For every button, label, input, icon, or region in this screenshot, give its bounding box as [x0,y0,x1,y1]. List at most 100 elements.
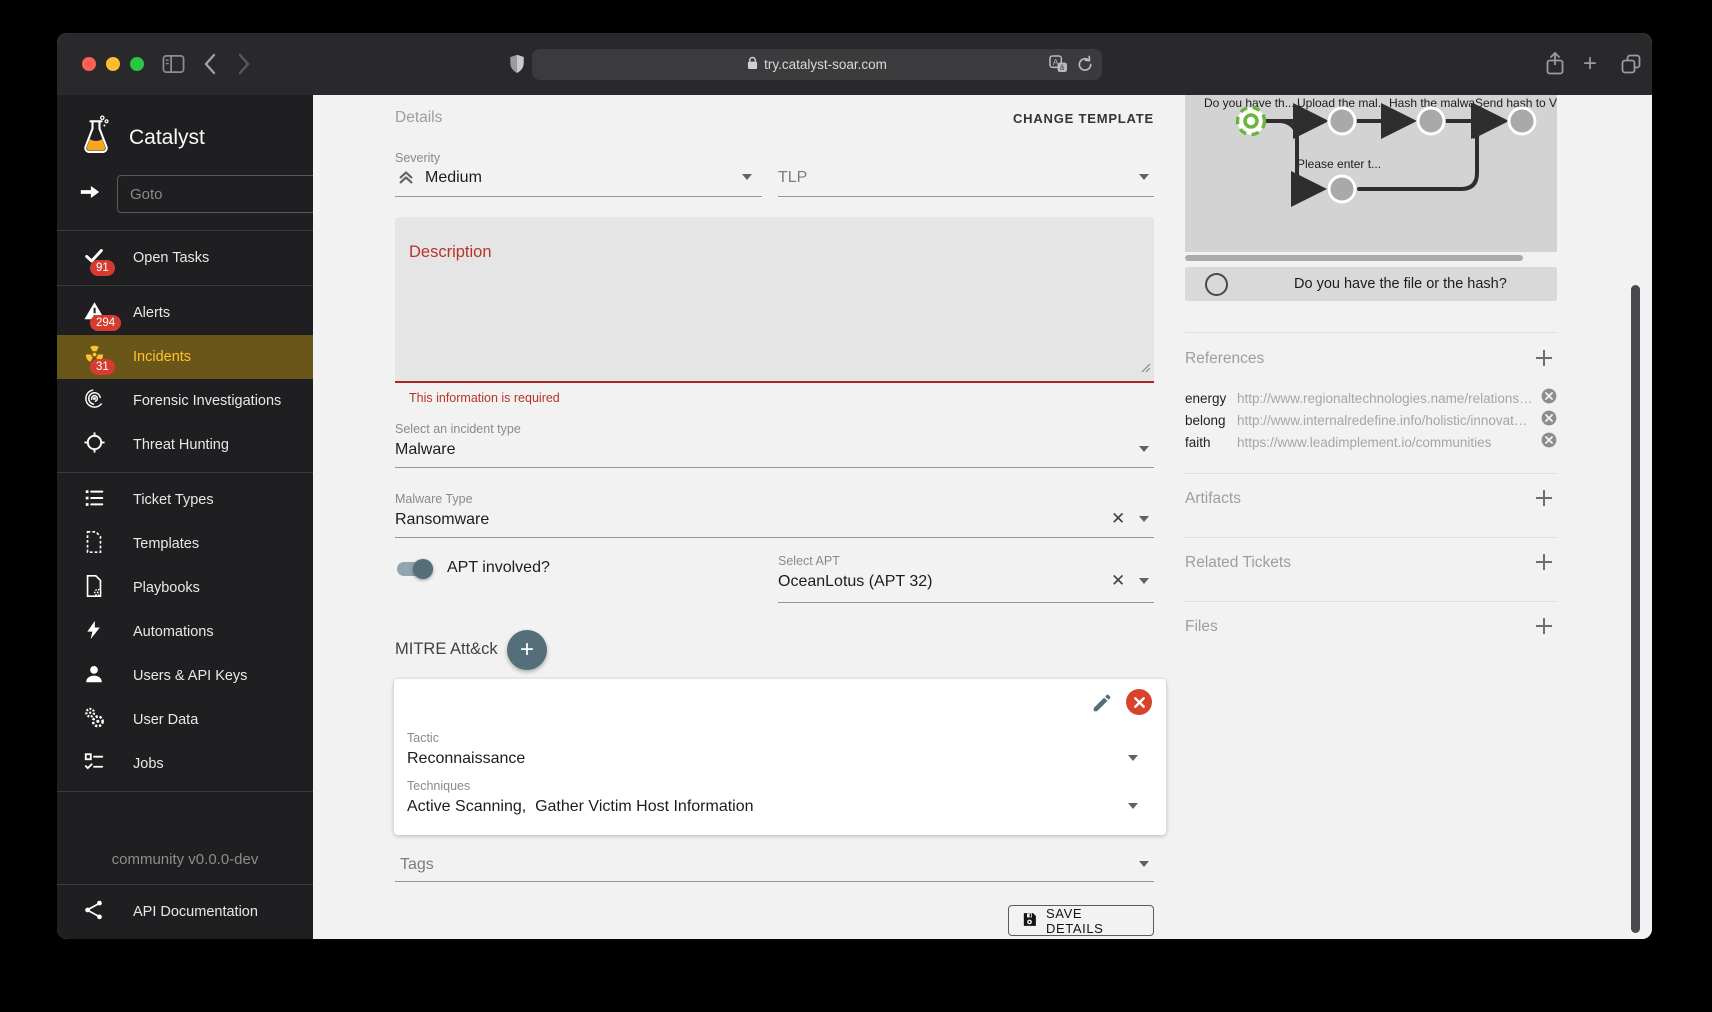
incident-type-value[interactable]: Malware [395,441,455,459]
add-reference-icon[interactable] [1533,347,1555,374]
tags-dropdown-arrow-icon[interactable] [1139,861,1149,867]
add-related-ticket-icon[interactable] [1533,551,1555,578]
divider [57,285,313,286]
reference-row: energy http://www.regionaltechnologies.n… [1185,388,1557,409]
sidebar-item-ticket-types[interactable]: Ticket Types [57,478,313,522]
right-panel: Do you have th... Upload the mal... Hash… [1185,95,1557,939]
lock-icon [747,56,758,73]
remove-reference-icon[interactable] [1541,388,1557,409]
reference-link[interactable]: http://www.regionaltechnologies.name/rel… [1237,391,1533,406]
back-icon[interactable] [203,53,216,80]
gears-icon [83,706,106,734]
sidebar-item-jobs[interactable]: Jobs [57,742,313,786]
reference-link[interactable]: https://www.leadimplement.io/communities [1237,435,1533,450]
mitre-add-button[interactable]: + [507,630,547,670]
sidebar-item-forensic-investigations[interactable]: Forensic Investigations [57,379,313,423]
tlp-select[interactable]: TLP [778,169,807,187]
tactic-value[interactable]: Reconnaissance [407,750,525,768]
divider [1185,473,1557,474]
task-question: Do you have the file or the hash? [1294,276,1507,292]
zoom-window-button[interactable] [130,57,144,71]
severity-dropdown-arrow-icon[interactable] [742,174,752,180]
sidebar-item-api-documentation[interactable]: API Documentation [57,884,313,939]
checklist-icon [83,751,105,778]
sidebar-item-automations[interactable]: Automations [57,610,313,654]
change-template-button[interactable]: CHANGE TEMPLATE [1013,111,1154,126]
sidebar-item-threat-hunting[interactable]: Threat Hunting [57,423,313,467]
sidebar: Catalyst 91 Open Tasks 294 Alerts [57,95,313,939]
goto-input[interactable] [117,175,342,213]
remove-reference-icon[interactable] [1541,410,1557,431]
browser-titlebar: try.catalyst-soar.com Aã + [57,33,1652,95]
sidebar-item-incidents[interactable]: 31 Incidents [57,335,313,379]
mitre-entry-card: Tactic Reconnaissance Techniques Active … [394,679,1166,835]
add-artifact-icon[interactable] [1533,487,1555,514]
lightning-bolt-icon [84,618,104,647]
delete-entry-icon[interactable] [1126,689,1152,715]
malware-type-dropdown-arrow-icon[interactable] [1139,516,1149,522]
select-apt-clear-icon[interactable]: ✕ [1111,572,1125,589]
incident-type-label: Select an incident type [395,422,521,436]
tlp-dropdown-arrow-icon[interactable] [1139,174,1149,180]
description-textarea[interactable]: Description [395,217,1154,383]
apt-toggle-thumb[interactable] [413,559,433,579]
divider [57,472,313,473]
divider [1185,332,1557,333]
divider [57,230,313,231]
playbook-document-gear-icon [83,574,105,603]
incident-type-dropdown-arrow-icon[interactable] [1139,446,1149,452]
forward-icon[interactable] [238,53,251,80]
select-apt-dropdown-arrow-icon[interactable] [1139,578,1149,584]
select-apt-value[interactable]: OceanLotus (APT 32) [778,573,932,591]
sidebar-item-playbooks[interactable]: Playbooks [57,566,313,610]
edit-pencil-icon[interactable] [1091,692,1113,719]
remove-reference-icon[interactable] [1541,432,1557,453]
minimize-window-button[interactable] [106,57,120,71]
translate-icon[interactable]: Aã [1049,55,1068,76]
divider [1185,601,1557,602]
severity-value[interactable]: Medium [425,169,482,187]
apt-toggle-label: APT involved? [447,559,550,577]
task-status-circle-icon[interactable] [1205,273,1228,296]
sidebar-toggle-icon[interactable] [162,53,185,80]
template-document-icon [83,530,105,559]
malware-type-value[interactable]: Ransomware [395,511,489,529]
graph-horizontal-scrollbar[interactable] [1185,255,1523,261]
sidebar-item-templates[interactable]: Templates [57,522,313,566]
share-icon[interactable] [1544,51,1566,82]
sidebar-item-users-api-keys[interactable]: Users & API Keys [57,654,313,698]
fingerprint-icon [83,387,106,415]
tactic-dropdown-arrow-icon[interactable] [1128,755,1138,761]
tab-overview-icon[interactable] [1619,52,1643,81]
open-tasks-badge: 91 [90,260,115,276]
reference-link[interactable]: http://www.internalredefine.info/holisti… [1237,413,1533,428]
ticket-details-form: Details CHANGE TEMPLATE Severity Medium … [395,95,1154,939]
save-details-button[interactable]: SAVE DETAILS [1008,905,1154,936]
playbook-task-item[interactable]: Do you have the file or the hash? [1185,267,1557,301]
sidebar-item-open-tasks[interactable]: 91 Open Tasks [57,236,313,280]
person-icon [83,663,105,690]
malware-type-clear-icon[interactable]: ✕ [1111,510,1125,527]
reference-row: faith https://www.leadimplement.io/commu… [1185,432,1557,453]
details-section-title: Details [395,109,442,127]
severity-label: Severity [395,151,440,165]
tags-select[interactable]: Tags [400,856,434,874]
version-label: community v0.0.0-dev [57,851,313,868]
vertical-scrollbar[interactable] [1631,285,1640,933]
sidebar-item-user-data[interactable]: User Data [57,698,313,742]
tactic-label: Tactic [407,731,439,745]
new-tab-icon[interactable]: + [1583,54,1597,74]
resize-handle-icon[interactable] [1141,360,1151,378]
add-file-icon[interactable] [1533,615,1555,642]
techniques-value[interactable]: Active Scanning, Gather Victim Host Info… [407,798,754,816]
privacy-shield-icon[interactable] [507,51,527,82]
close-window-button[interactable] [82,57,96,71]
divider [1185,537,1557,538]
techniques-dropdown-arrow-icon[interactable] [1128,803,1138,809]
sidebar-item-alerts[interactable]: 294 Alerts [57,291,313,335]
address-bar[interactable]: try.catalyst-soar.com Aã [532,49,1102,80]
browser-window: try.catalyst-soar.com Aã + [57,33,1652,939]
playbook-graph[interactable]: Do you have th... Upload the mal... Hash… [1185,95,1557,252]
save-floppy-icon [1021,911,1038,931]
reload-icon[interactable] [1077,55,1094,76]
